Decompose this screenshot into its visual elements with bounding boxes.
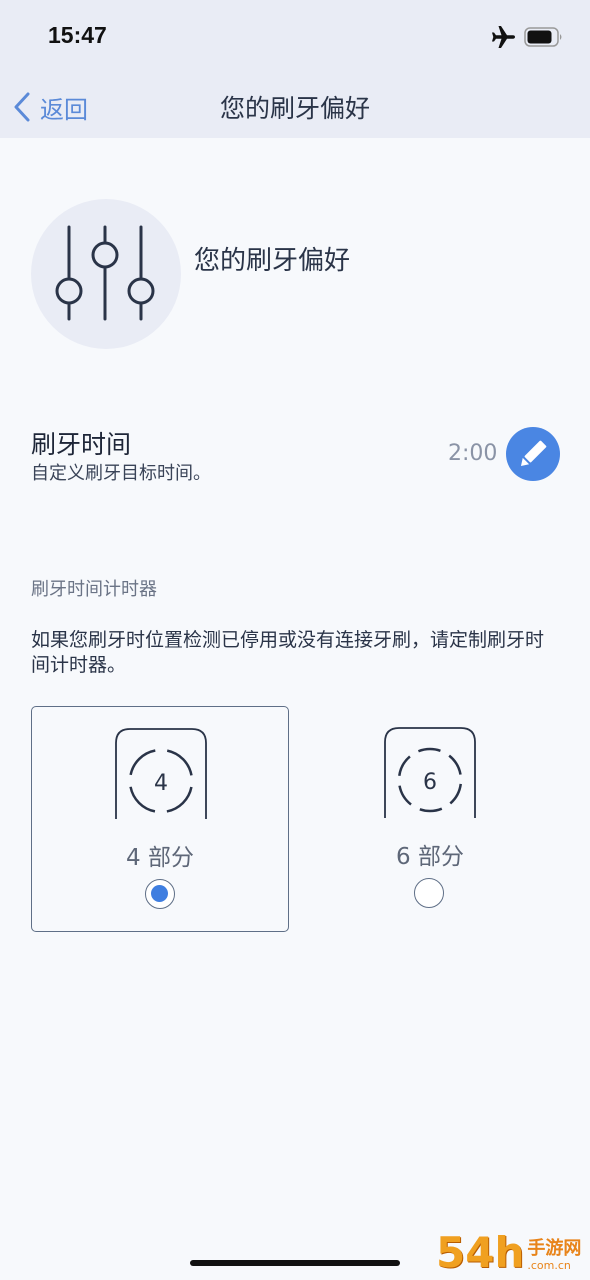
- page-title: 您的刷牙偏好: [219, 94, 370, 123]
- watermark-logo: 54h 手游网 .com.cn: [436, 1220, 581, 1276]
- timer-section-heading: 刷牙时间计时器: [31, 579, 157, 600]
- pencil-icon: [520, 440, 547, 467]
- watermark-big-text: 54h: [436, 1228, 525, 1277]
- edit-duration-button[interactable]: [506, 427, 560, 481]
- timer-description: 如果您刷牙时位置检测已停用或没有连接牙刷，请定制刷牙时间计时器。: [31, 629, 545, 676]
- watermark-cn-text: 手游网: [527, 1238, 582, 1259]
- duration-description: 自定义刷牙目标时间。: [31, 463, 211, 484]
- battery-icon: [524, 27, 562, 47]
- sliders-icon: [55, 225, 155, 321]
- option-4-radio[interactable]: [145, 879, 175, 909]
- preferences-avatar: [31, 199, 181, 349]
- option-6-number: 6: [423, 770, 437, 795]
- option-4-sections[interactable]: 4 4 部分: [31, 706, 289, 932]
- option-4-number: 4: [154, 771, 168, 796]
- watermark-url-text: .com.cn: [527, 1259, 571, 1272]
- option-6-radio[interactable]: [414, 878, 444, 908]
- option-6-sections[interactable]: 6 6 部分: [301, 706, 559, 932]
- duration-value: 2:00: [448, 441, 498, 466]
- status-time: 15:47: [48, 22, 107, 48]
- airplane-mode-icon: [492, 26, 515, 48]
- navigation-bar: 返回 您的刷牙偏好: [0, 76, 590, 138]
- option-4-label: 4 部分: [126, 845, 194, 871]
- status-bar: 15:47: [0, 0, 590, 76]
- header-title: 您的刷牙偏好: [194, 246, 351, 276]
- brush-head-6-sections-icon: 6: [384, 727, 476, 818]
- option-6-label: 6 部分: [396, 844, 464, 870]
- home-indicator[interactable]: [190, 1260, 400, 1266]
- duration-title: 刷牙时间: [31, 430, 132, 459]
- brush-head-4-sections-icon: 4: [115, 728, 207, 819]
- radio-selected-dot: [151, 885, 168, 902]
